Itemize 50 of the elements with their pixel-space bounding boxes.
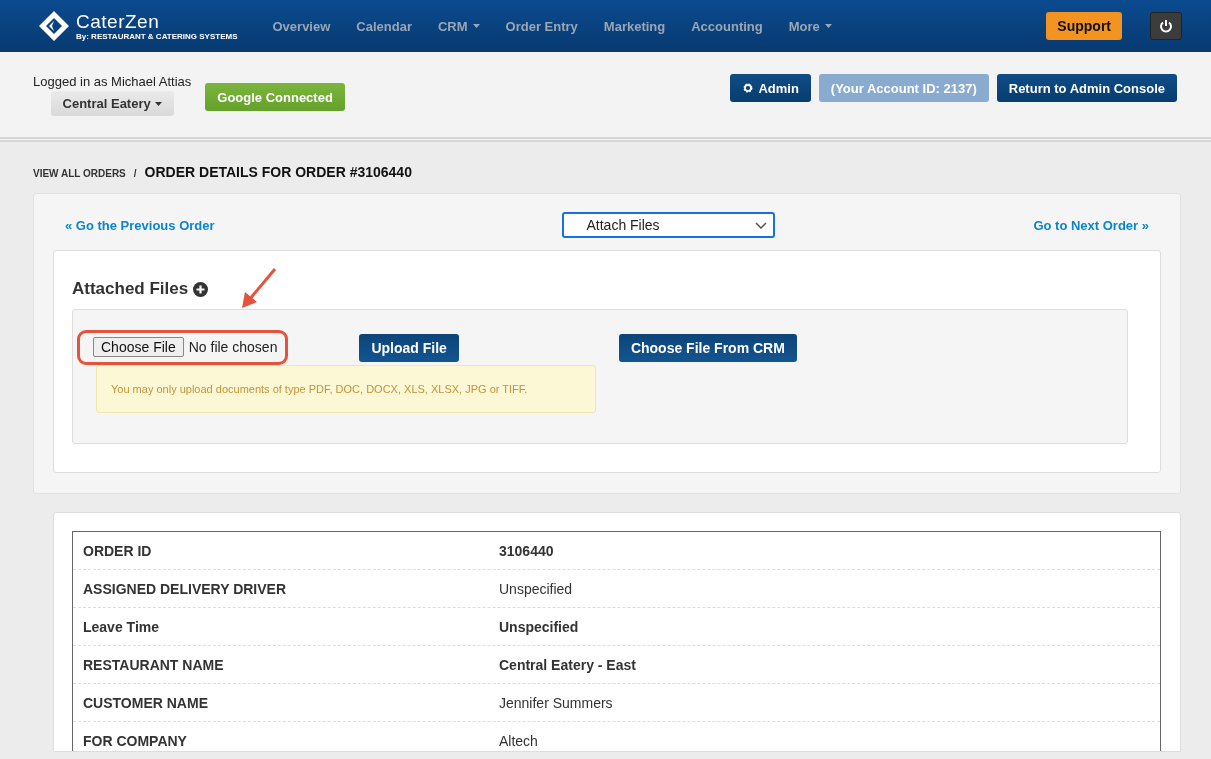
table-cell-text: Unspecified [499,618,580,635]
table-cell-text: ORDER ID [83,542,153,559]
table-cell-text: 3106440 [499,542,555,559]
admin-button[interactable]: Admin [730,74,811,102]
nav-link[interactable]: Order Entry [505,18,578,34]
choose-file-button[interactable]: Choose File [93,337,184,357]
table-cell-text: Jennifer Summers [499,694,614,711]
nav-link[interactable]: Marketing [603,18,666,34]
table-cell-text: Central Eatery - East [499,656,637,673]
account-id-button[interactable]: (Your Account ID: 2137) [818,74,989,102]
choose-from-crm-button[interactable]: Choose File From CRM [618,333,797,362]
file-status: No file chosen [188,339,278,355]
google-connected-button[interactable]: Google Connected [205,83,345,111]
nav-link[interactable]: Accounting [691,18,763,34]
next-order-link[interactable]: Go to Next Order » [1033,217,1149,233]
table-cell-text: CUSTOMER NAME [83,694,209,711]
file-type-notice: You may only upload documents of type PDF, DOC, DOCX, XLS, XLSX, JPG or TIFF. [96,365,596,413]
location-dropdown[interactable]: Central Eatery [50,91,174,116]
table-cell-text: RESTAURANT NAME [83,656,225,673]
table-cell-text: Altech [499,732,539,749]
logo-icon [38,10,70,42]
caret-icon [824,24,832,28]
gear-icon [742,82,755,94]
power-icon [1159,19,1173,33]
table-cell-text: ASSIGNED DELIVERY DRIVER [83,580,288,597]
table-cell-text: Unspecified [499,580,574,597]
support-button[interactable]: Support [1046,12,1122,40]
caret-icon [154,101,162,106]
logged-in-text: Logged in as Michael Attias [33,74,192,89]
chevron-down-icon [755,221,768,229]
logo-tagline: By: RESTAURANT & CATERING SYSTEMS [76,31,238,41]
breadcrumb-link[interactable]: VIEW ALL ORDERS [33,168,126,179]
plus-circle-icon[interactable] [193,281,209,297]
caret-icon [472,24,480,28]
nav-link[interactable]: Calendar [356,18,412,34]
logo-name: CaterZen [76,11,161,32]
table-cell-text: FOR COMPANY [83,732,188,749]
view-select[interactable]: Attach Files [562,212,776,238]
annotation-arrow [241,268,277,310]
previous-order-link[interactable]: « Go the Previous Order [65,217,215,233]
upload-file-button[interactable]: Upload File [359,333,459,362]
page-title: ORDER DETAILS FOR ORDER #3106440 [144,164,412,180]
nav-link[interactable]: CRM [437,18,480,34]
nav-link[interactable]: Overview [272,18,331,34]
breadcrumb-separator: / [133,168,137,179]
nav-link[interactable]: More [788,18,832,34]
return-admin-button[interactable]: Return to Admin Console [996,74,1177,102]
power-button[interactable] [1150,12,1182,40]
section-title: Attached Files [72,279,189,299]
table-cell-text: Leave Time [83,618,160,635]
